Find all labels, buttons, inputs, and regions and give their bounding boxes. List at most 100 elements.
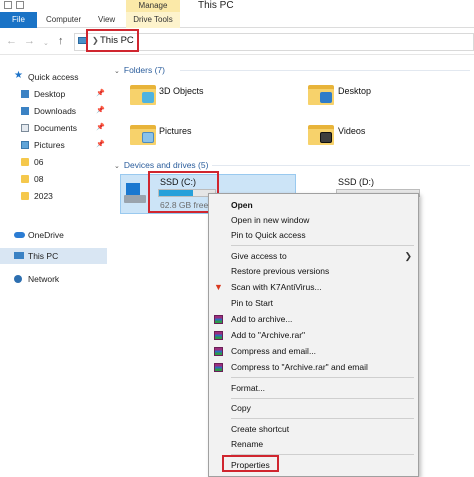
sidebar-network[interactable]: Network bbox=[0, 271, 107, 287]
menu-item-label: Give access to bbox=[231, 251, 287, 261]
pin-icon[interactable]: 📌 bbox=[96, 137, 105, 153]
winrar-icon bbox=[214, 347, 223, 356]
tab-drive-tools[interactable]: Drive Tools bbox=[126, 12, 180, 28]
forward-arrow-icon[interactable]: → bbox=[24, 35, 35, 47]
properties-qa-icon[interactable] bbox=[16, 1, 24, 9]
menu-item-pin-quick-access[interactable]: Pin to Quick access bbox=[209, 228, 418, 243]
sidebar-item-label: Quick access bbox=[28, 72, 79, 82]
menu-item-label: Format... bbox=[231, 383, 266, 393]
tab-file[interactable]: File bbox=[0, 12, 37, 28]
window-title: This PC bbox=[198, 0, 234, 11]
folder-icon bbox=[21, 175, 29, 183]
drives-section-header[interactable]: ⌄ Devices and drives (5) bbox=[114, 160, 208, 170]
tab-computer[interactable]: Computer bbox=[46, 12, 81, 28]
folder-videos-label[interactable]: Videos bbox=[338, 126, 365, 136]
context-menu: Open Open in new window Pin to Quick acc… bbox=[208, 193, 419, 477]
sidebar-item-label: This PC bbox=[28, 251, 59, 261]
menu-item-compress-email[interactable]: Compress and email... bbox=[209, 344, 418, 359]
section-title: Devices and drives (5) bbox=[123, 160, 209, 170]
pictures-folder-icon[interactable] bbox=[130, 123, 156, 145]
sidebar-item-pictures[interactable]: Pictures 📌 bbox=[0, 137, 107, 153]
pin-icon[interactable]: 📌 bbox=[96, 120, 105, 136]
menu-item-label: Create shortcut bbox=[231, 424, 290, 434]
collapse-chevron-icon[interactable]: ⌄ bbox=[114, 163, 120, 170]
menu-item-label: Rename bbox=[231, 439, 264, 449]
winrar-icon bbox=[214, 363, 223, 372]
sidebar-item-08[interactable]: 08 bbox=[0, 171, 107, 187]
menu-separator bbox=[231, 418, 414, 419]
pictures-icon bbox=[21, 141, 29, 149]
sidebar-item-06[interactable]: 06 bbox=[0, 154, 107, 170]
manage-contextual-tab[interactable]: Manage bbox=[126, 0, 180, 12]
menu-item-open[interactable]: Open bbox=[209, 198, 418, 213]
menu-item-pin-start[interactable]: Pin to Start bbox=[209, 296, 418, 311]
star-icon: ★ bbox=[14, 70, 23, 81]
cloud-icon bbox=[14, 232, 25, 238]
menu-item-add-archive[interactable]: Add to archive... bbox=[209, 312, 418, 327]
sidebar-item-downloads[interactable]: Downloads 📌 bbox=[0, 103, 107, 119]
menu-item-label: Open bbox=[231, 200, 253, 210]
folder-icon bbox=[21, 158, 29, 166]
sidebar-item-label: Desktop bbox=[34, 89, 66, 99]
collapse-chevron-icon[interactable]: ⌄ bbox=[114, 68, 120, 75]
menu-item-label: Add to "Archive.rar" bbox=[231, 330, 306, 340]
menu-item-scan-k7[interactable]: ▼ Scan with K7AntiVirus... bbox=[209, 280, 418, 295]
downloads-icon bbox=[21, 107, 29, 115]
back-arrow-icon[interactable]: ← bbox=[6, 35, 17, 47]
menu-item-rename[interactable]: Rename bbox=[209, 437, 418, 452]
folders-section-header[interactable]: ⌄ Folders (7) bbox=[114, 65, 165, 75]
menu-separator bbox=[231, 377, 414, 378]
folder-3d-objects-label[interactable]: 3D Objects bbox=[159, 86, 204, 96]
section-divider bbox=[180, 70, 470, 71]
sidebar-this-pc[interactable]: This PC bbox=[0, 248, 107, 264]
sidebar-item-label: OneDrive bbox=[28, 230, 64, 240]
sidebar-onedrive[interactable]: OneDrive bbox=[0, 227, 107, 243]
3d-objects-folder-icon[interactable] bbox=[130, 83, 156, 105]
folder-desktop-label[interactable]: Desktop bbox=[338, 86, 371, 96]
menu-item-format[interactable]: Format... bbox=[209, 381, 418, 396]
pin-icon[interactable]: 📌 bbox=[96, 86, 105, 102]
menu-item-add-archive-rar[interactable]: Add to "Archive.rar" bbox=[209, 328, 418, 343]
sidebar-item-2023[interactable]: 2023 bbox=[0, 188, 107, 204]
menu-item-label: Pin to Start bbox=[231, 298, 274, 308]
up-arrow-icon[interactable]: ↑ bbox=[58, 35, 64, 47]
menu-item-copy[interactable]: Copy bbox=[209, 401, 418, 416]
menu-item-label: Scan with K7AntiVirus... bbox=[231, 282, 322, 292]
menu-item-create-shortcut[interactable]: Create shortcut bbox=[209, 422, 418, 437]
winrar-icon bbox=[214, 331, 223, 340]
sidebar-item-label: Downloads bbox=[34, 106, 77, 116]
submenu-arrow-icon: ❯ bbox=[404, 251, 412, 261]
menu-item-compress-rar-email[interactable]: Compress to "Archive.rar" and email bbox=[209, 360, 418, 375]
computer-icon bbox=[14, 252, 24, 259]
quick-access-toolbar-icon[interactable] bbox=[4, 1, 12, 9]
pin-icon[interactable]: 📌 bbox=[96, 103, 105, 119]
menu-item-open-new-window[interactable]: Open in new window bbox=[209, 213, 418, 228]
tab-view[interactable]: View bbox=[98, 12, 115, 28]
menu-item-label: Pin to Quick access bbox=[231, 230, 306, 240]
address-row: ← → ⌄ ↑ bbox=[0, 29, 474, 55]
folder-pictures-label[interactable]: Pictures bbox=[159, 126, 192, 136]
sidebar-item-documents[interactable]: Documents 📌 bbox=[0, 120, 107, 136]
menu-item-label: Restore previous versions bbox=[231, 266, 330, 276]
menu-item-label: Copy bbox=[231, 403, 251, 413]
breadcrumb-highlight-box bbox=[86, 29, 139, 52]
drive-d-name[interactable]: SSD (D:) bbox=[338, 177, 374, 187]
sidebar-item-label: 2023 bbox=[34, 191, 53, 201]
menu-item-give-access[interactable]: Give access to ❯ bbox=[209, 249, 418, 264]
sidebar-item-label: Documents bbox=[34, 123, 77, 133]
videos-folder-icon[interactable] bbox=[308, 123, 334, 145]
k7-antivirus-icon: ▼ bbox=[214, 282, 223, 292]
documents-icon bbox=[21, 124, 29, 132]
desktop-folder-icon[interactable] bbox=[308, 83, 334, 105]
menu-item-label: Open in new window bbox=[231, 215, 310, 225]
recent-chevron-icon[interactable]: ⌄ bbox=[43, 38, 49, 50]
menu-item-label: Compress to "Archive.rar" and email bbox=[231, 362, 368, 372]
menu-item-restore-versions[interactable]: Restore previous versions bbox=[209, 264, 418, 279]
desktop-icon bbox=[21, 90, 29, 98]
winrar-icon bbox=[214, 315, 223, 324]
sidebar-item-label: Network bbox=[28, 274, 60, 284]
sidebar-item-desktop[interactable]: Desktop 📌 bbox=[0, 86, 107, 102]
sidebar-quick-access[interactable]: ★ Quick access bbox=[0, 69, 107, 85]
windows-drive-icon bbox=[124, 181, 146, 205]
sidebar-item-label: Pictures bbox=[34, 140, 65, 150]
